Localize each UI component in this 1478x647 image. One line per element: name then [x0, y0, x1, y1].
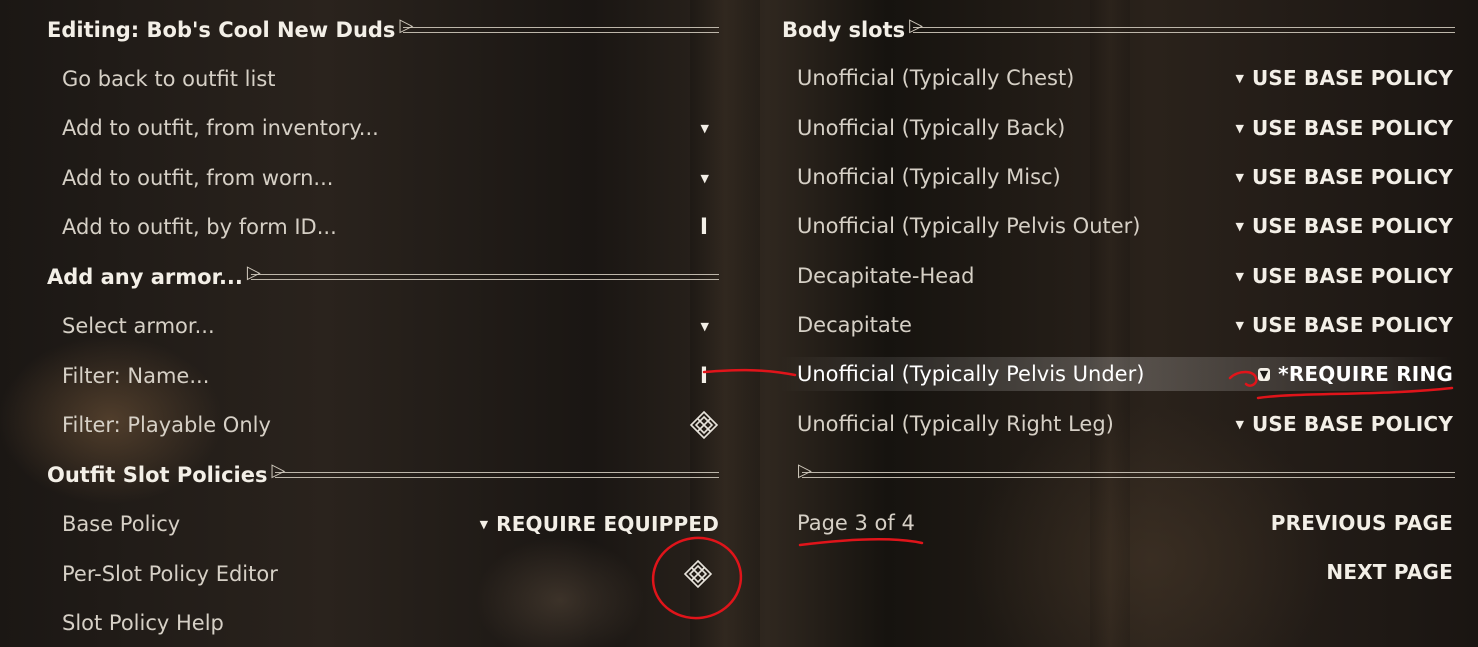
item-label: Go back to outfit list — [62, 67, 276, 91]
header-divider — [399, 15, 719, 36]
item-label: Slot Policy Help — [62, 611, 224, 635]
base-policy-menu[interactable]: Base Policy ▼ REQUIRE EQUIPPED — [62, 507, 719, 541]
body-slot-row[interactable]: Decapitate ▼ USE BASE POLICY — [797, 308, 1453, 342]
section-header-title: Outfit Slot Policies — [47, 463, 268, 487]
pagination-row: Page 3 of 4 PREVIOUS PAGE — [797, 506, 1453, 540]
body-slot-row[interactable]: Unofficial (Typically Pelvis Outer) ▼ USE… — [797, 209, 1453, 243]
triangle-down-icon: ▼ — [1235, 417, 1244, 431]
triangle-down-icon: ▼ — [1235, 318, 1244, 332]
add-from-worn-menu[interactable]: Add to outfit, from worn... ▼ — [62, 161, 719, 195]
annotation-underline-page — [798, 538, 924, 547]
slot-policy-value: USE BASE POLICY — [1251, 264, 1453, 288]
slot-label: Unofficial (Typically Back) — [797, 116, 1066, 140]
header-divider — [909, 15, 1455, 36]
item-label: Filter: Playable Only — [62, 413, 271, 437]
previous-page-button[interactable]: PREVIOUS PAGE — [1271, 511, 1453, 535]
filter-name-input[interactable]: Filter: Name... I — [62, 359, 719, 393]
text-cursor-icon: I — [699, 363, 709, 389]
section-header-add-any-armor: Add any armor... — [47, 262, 719, 292]
next-page-row: NEXT PAGE — [797, 555, 1453, 589]
slot-policy-value: USE BASE POLICY — [1251, 313, 1453, 337]
triangle-down-icon: ▼ — [1235, 121, 1244, 135]
page-indicator: Page 3 of 4 — [797, 511, 915, 535]
triangle-down-icon: ▼ — [700, 171, 709, 185]
triangle-down-icon: ▼ — [1235, 219, 1244, 233]
next-page-button[interactable]: NEXT PAGE — [1326, 560, 1453, 584]
slot-policy-value: USE BASE POLICY — [1251, 116, 1453, 140]
item-label: Select armor... — [62, 314, 215, 338]
slot-label: Unofficial (Typically Pelvis Under) — [797, 362, 1145, 386]
base-policy-value: REQUIRE EQUIPPED — [496, 512, 719, 536]
section-header-body-slots: Body slots — [782, 15, 1455, 45]
filter-playable-only-toggle[interactable]: Filter: Playable Only — [62, 408, 719, 442]
section-header-title: Body slots — [782, 18, 906, 42]
header-divider — [247, 262, 719, 283]
add-by-form-id-input[interactable]: Add to outfit, by form ID... I — [62, 210, 719, 244]
body-slot-row[interactable]: Unofficial (Typically Chest) ▼ USE BASE P… — [797, 61, 1453, 95]
triangle-down-icon: ▼ — [1257, 367, 1271, 381]
diamond-toggle-icon — [683, 559, 713, 589]
text-cursor-icon: I — [699, 214, 709, 240]
section-header-title: Editing: Bob's Cool New Duds — [47, 18, 396, 42]
slot-policy-value: USE BASE POLICY — [1251, 66, 1453, 90]
item-label: Add to outfit, by form ID... — [62, 215, 337, 239]
triangle-down-icon: ▼ — [700, 121, 709, 135]
body-slot-row[interactable]: Unofficial (Typically Back) ▼ USE BASE PO… — [797, 111, 1453, 145]
item-label: Filter: Name... — [62, 364, 210, 388]
body-slot-row[interactable]: Decapitate-Head ▼ USE BASE POLICY — [797, 259, 1453, 293]
slot-policy-value: USE BASE POLICY — [1251, 412, 1453, 436]
triangle-down-icon: ▼ — [479, 517, 489, 531]
slot-label: Decapitate-Head — [797, 264, 975, 288]
add-from-inventory-menu[interactable]: Add to outfit, from inventory... ▼ — [62, 111, 719, 145]
triangle-down-icon: ▼ — [700, 319, 709, 333]
select-armor-menu[interactable]: Select armor... ▼ — [62, 309, 719, 343]
item-label: Per-Slot Policy Editor — [62, 562, 278, 586]
section-header-outfit-slot-policies: Outfit Slot Policies — [47, 460, 719, 490]
slot-label: Unofficial (Typically Chest) — [797, 66, 1075, 90]
slot-label: Unofficial (Typically Misc) — [797, 165, 1061, 189]
slot-policy-value: USE BASE POLICY — [1251, 165, 1453, 189]
item-label: Add to outfit, from worn... — [62, 166, 334, 190]
slot-policy-value: *REQUIRE RING — [1278, 362, 1453, 386]
section-header-title: Add any armor... — [47, 265, 243, 289]
body-slot-row-selected[interactable]: Unofficial (Typically Pelvis Under) ▼ *RE… — [780, 357, 1453, 391]
slot-policy-help-button[interactable]: Slot Policy Help — [62, 606, 719, 640]
triangle-down-icon: ▼ — [1235, 71, 1244, 85]
slot-policy-value: USE BASE POLICY — [1251, 214, 1453, 238]
section-header-empty — [782, 460, 1455, 490]
diamond-toggle-icon — [689, 410, 719, 440]
header-divider — [798, 460, 1455, 481]
body-slot-row[interactable]: Unofficial (Typically Misc) ▼ USE BASE PO… — [797, 160, 1453, 194]
slot-label: Unofficial (Typically Right Leg) — [797, 412, 1114, 436]
section-header-editing: Editing: Bob's Cool New Duds — [47, 15, 719, 45]
body-slot-row[interactable]: Unofficial (Typically Right Leg) ▼ USE BA… — [797, 407, 1453, 441]
triangle-down-icon: ▼ — [1235, 170, 1244, 184]
slot-label: Decapitate — [797, 313, 912, 337]
go-back-button[interactable]: Go back to outfit list — [62, 62, 719, 96]
triangle-down-icon: ▼ — [1235, 269, 1244, 283]
item-label: Add to outfit, from inventory... — [62, 116, 379, 140]
slot-label: Unofficial (Typically Pelvis Outer) — [797, 214, 1141, 238]
header-divider — [271, 460, 719, 481]
per-slot-policy-editor-toggle[interactable]: Per-Slot Policy Editor — [62, 557, 719, 591]
item-label: Base Policy — [62, 512, 181, 536]
